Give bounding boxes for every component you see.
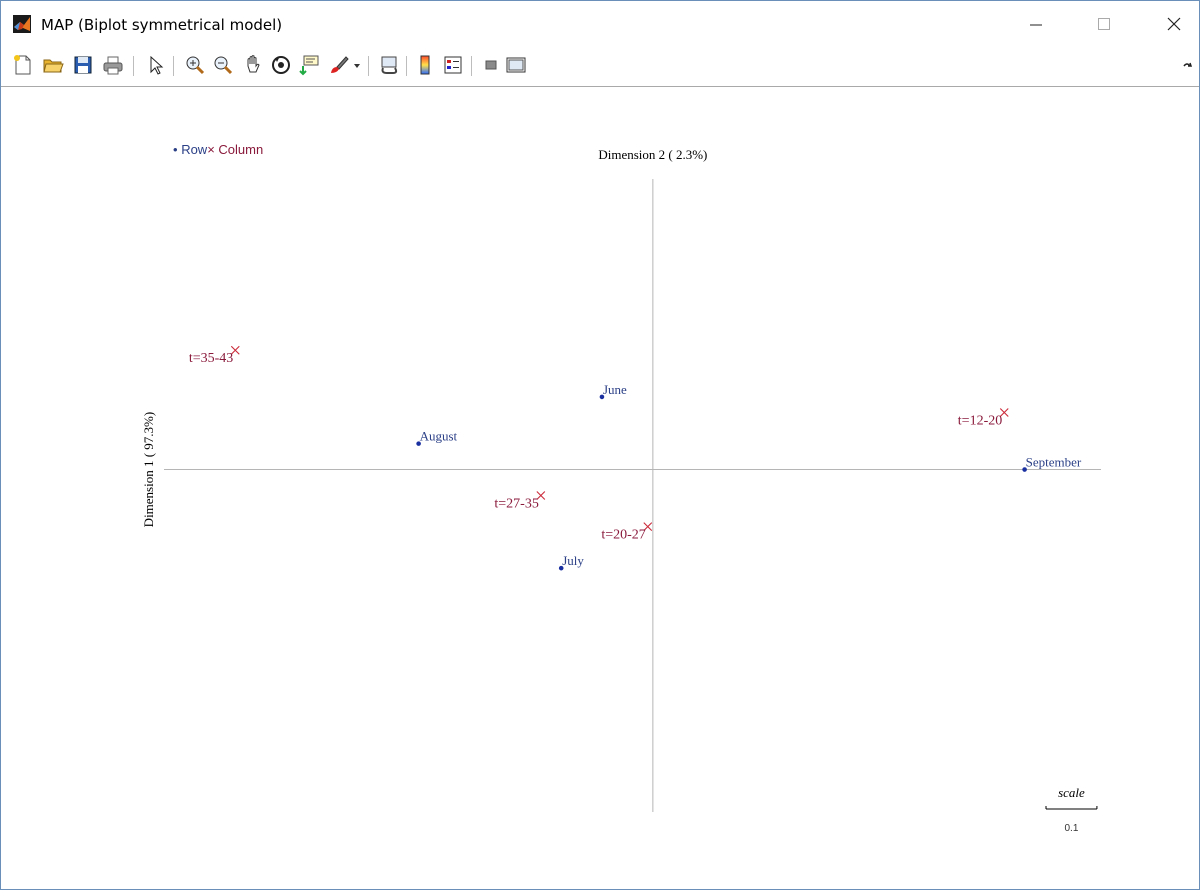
window-title: MAP (Biplot symmetrical model) — [41, 16, 283, 34]
zoom-out-button[interactable] — [211, 53, 235, 77]
rotate-3d-icon — [272, 56, 290, 74]
colorbar-icon — [420, 55, 430, 75]
scale-bar-title: scale — [1058, 785, 1085, 800]
row-label-september: September — [1026, 455, 1082, 470]
row-label-august: August — [420, 429, 458, 444]
figure-toolbar — [1, 44, 1199, 87]
brush-button[interactable] — [327, 53, 351, 77]
print-button[interactable] — [101, 53, 125, 77]
row-label-june: June — [603, 382, 627, 397]
toolbar-overflow-button[interactable] — [1179, 53, 1195, 77]
insert-legend-button[interactable] — [441, 53, 465, 77]
brush-icon — [331, 56, 349, 73]
pan-hand-icon — [247, 55, 260, 73]
hide-plot-tools-button[interactable] — [479, 53, 503, 77]
undock-arrow-icon — [1183, 62, 1193, 67]
save-button[interactable] — [71, 53, 95, 77]
close-icon — [1167, 17, 1181, 31]
toolbar-separator — [406, 56, 407, 76]
zoom-out-icon — [214, 56, 233, 75]
column-label-t-20-27: t=20-27 — [601, 528, 645, 543]
colorbar-button[interactable] — [413, 53, 437, 77]
rotate-3d-button[interactable] — [269, 53, 293, 77]
data-cursor-icon — [299, 55, 319, 76]
link-plot-icon — [381, 56, 398, 74]
figure-window: MAP (Biplot symmetrical model) • Row× Co… — [0, 0, 1200, 890]
brush-dropdown-button[interactable] — [351, 53, 363, 77]
y-axis-label: Dimension 1 ( 97.3%) — [141, 412, 156, 528]
toolbar-separator — [133, 56, 134, 76]
minimize-button[interactable] — [1013, 9, 1059, 39]
minimize-icon — [1030, 24, 1042, 26]
close-button[interactable] — [1151, 9, 1197, 39]
scale-bar-value: 0.1 — [1065, 823, 1079, 834]
biplot-axes[interactable]: Dimension 2 ( 2.3%) Dimension 1 ( 97.3%) J… — [1, 87, 1199, 889]
save-disk-icon — [74, 56, 92, 74]
toolbar-separator — [471, 56, 472, 76]
open-folder-icon — [43, 59, 64, 73]
title-bar[interactable]: MAP (Biplot symmetrical model) — [1, 1, 1199, 44]
printer-icon — [103, 56, 123, 75]
open-file-button[interactable] — [41, 53, 65, 77]
show-plot-tools-button[interactable] — [504, 53, 528, 77]
column-label-t-12-20: t=12-20 — [958, 413, 1002, 428]
new-file-icon — [14, 55, 31, 75]
pan-button[interactable] — [241, 53, 265, 77]
edit-pointer-button[interactable] — [143, 53, 167, 77]
maximize-button[interactable] — [1081, 9, 1127, 39]
x-axis-label: Dimension 2 ( 2.3%) — [598, 147, 707, 162]
column-label-t-35-43: t=35-43 — [189, 351, 233, 366]
legend-icon — [444, 56, 462, 74]
link-plot-button[interactable] — [377, 53, 401, 77]
figure-canvas[interactable]: • Row× Column Dimension 2 ( 2.3%) Dimensi… — [1, 87, 1199, 889]
toolbar-separator — [368, 56, 369, 76]
zoom-in-button[interactable] — [183, 53, 207, 77]
data-cursor-button[interactable] — [298, 53, 322, 77]
row-label-july: July — [562, 553, 584, 568]
zoom-in-icon — [186, 56, 205, 75]
column-label-t-27-35: t=27-35 — [494, 497, 538, 512]
toolbar-separator — [173, 56, 174, 76]
new-figure-button[interactable] — [11, 53, 35, 77]
maximize-icon — [1098, 18, 1110, 30]
matlab-logo-icon — [13, 15, 31, 33]
hide-plot-tools-icon — [485, 60, 497, 70]
arrow-pointer-icon — [150, 55, 164, 75]
show-plot-tools-icon — [506, 57, 526, 73]
chevron-down-icon — [354, 64, 360, 68]
